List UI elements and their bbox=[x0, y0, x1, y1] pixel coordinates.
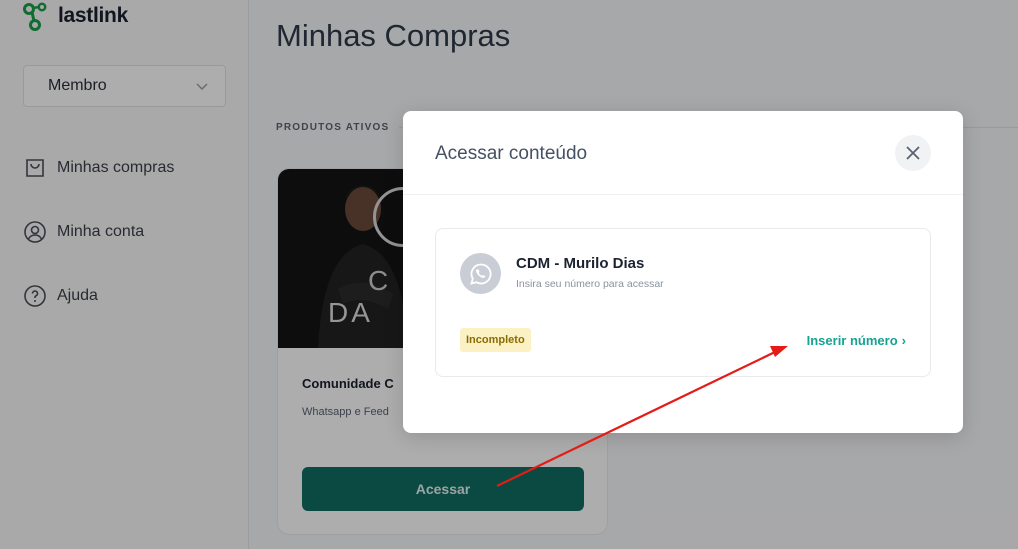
status-badge: Incompleto bbox=[460, 328, 531, 352]
group-instruction: Insira seu número para acessar bbox=[516, 278, 664, 290]
close-icon bbox=[906, 146, 920, 160]
access-item-card: CDM - Murilo Dias Insira seu número para… bbox=[435, 228, 931, 377]
chevron-right-icon: › bbox=[901, 333, 906, 348]
whatsapp-icon bbox=[469, 263, 491, 285]
whatsapp-avatar bbox=[460, 253, 501, 294]
modal-header: Acessar conteúdo bbox=[403, 111, 963, 195]
insert-number-link[interactable]: Inserir número › bbox=[807, 333, 906, 348]
insert-number-label: Inserir número bbox=[806, 333, 898, 348]
access-content-modal: Acessar conteúdo CDM - Murilo Dias Insir… bbox=[403, 111, 963, 433]
close-button[interactable] bbox=[895, 135, 931, 171]
group-name: CDM - Murilo Dias bbox=[516, 255, 645, 272]
modal-title: Acessar conteúdo bbox=[435, 143, 588, 164]
